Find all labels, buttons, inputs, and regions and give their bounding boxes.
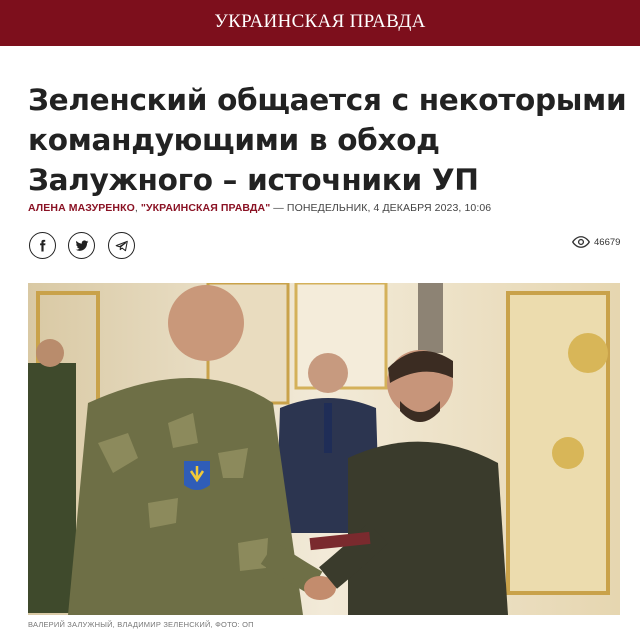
twitter-icon <box>75 239 88 251</box>
photo-caption: ВАЛЕРИЙ ЗАЛУЖНЫЙ, ВЛАДИМИР ЗЕЛЕНСКИЙ, ФО… <box>28 620 254 629</box>
site-logo[interactable]: УКРАИНСКАЯ ПРАВДА <box>0 11 640 33</box>
article-title: Зеленский общается с некоторыми командую… <box>28 83 627 197</box>
eye-icon <box>572 236 590 248</box>
view-count: 46679 <box>594 236 621 248</box>
article-byline: АЛЕНА МАЗУРЕНКО, "УКРАИНСКАЯ ПРАВДА" — П… <box>28 202 491 214</box>
telegram-icon <box>115 240 128 251</box>
share-facebook-button[interactable] <box>29 232 56 259</box>
photo-illustration <box>28 283 620 615</box>
article-photo[interactable] <box>28 283 620 615</box>
byline-separator: — <box>270 202 287 214</box>
share-telegram-button[interactable] <box>108 232 135 259</box>
view-counter: 46679 <box>572 236 620 248</box>
publish-date: ПОНЕДЕЛЬНИК, 4 ДЕКАБРЯ 2023, 10:06 <box>286 202 492 214</box>
source-link[interactable]: "УКРАИНСКАЯ ПРАВДА" <box>141 202 270 214</box>
share-twitter-button[interactable] <box>68 232 95 259</box>
site-header: УКРАИНСКАЯ ПРАВДА <box>0 0 640 46</box>
author-link[interactable]: АЛЕНА МАЗУРЕНКО <box>28 202 135 214</box>
facebook-icon <box>40 239 46 252</box>
